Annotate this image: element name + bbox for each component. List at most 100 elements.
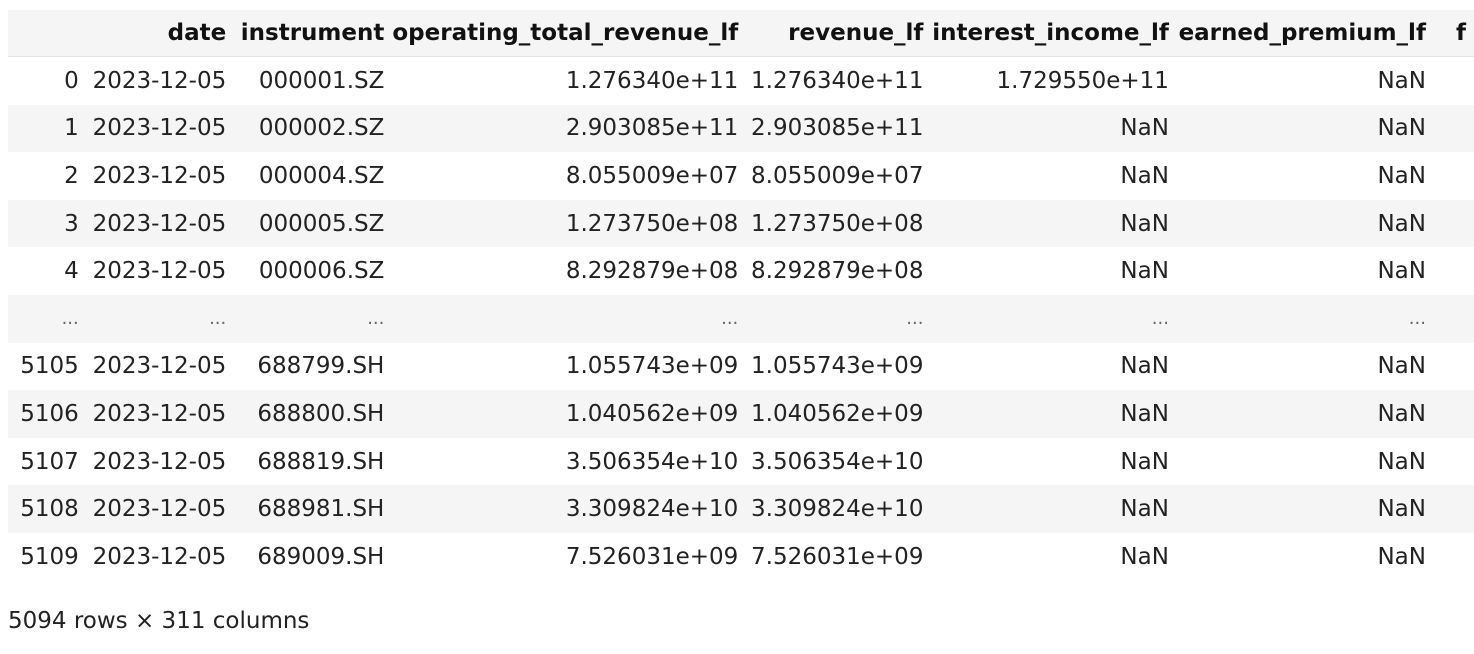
cell-earned-premium: NaN bbox=[1377, 67, 1426, 94]
cell-revenue: 8.292879e+08 bbox=[751, 258, 924, 285]
table-row: 0 2023-12-05 000001.SZ 1.276340e+11 1.276340… bbox=[8, 57, 1474, 105]
cell-operating-total-revenue: 8.055009e+07 bbox=[565, 162, 739, 189]
cell-interest-income: NaN bbox=[1120, 353, 1169, 380]
cell-truncated-column bbox=[1434, 343, 1474, 391]
cell-revenue: ... bbox=[746, 294, 932, 343]
cell-truncated-column bbox=[1433, 294, 1474, 343]
cell-revenue: 3.309824e+10 bbox=[746, 485, 932, 533]
cell-truncated-column bbox=[1434, 57, 1474, 105]
cell-date: 2023-12-05 bbox=[92, 162, 227, 189]
table-row: 4 2023-12-05 000006.SZ 8.292879e+08 8.292879… bbox=[8, 247, 1474, 295]
cell-instrument: 000004.SZ bbox=[258, 162, 385, 189]
table-row: 5107 2023-12-05 688819.SH 3.506354e+10 3.506… bbox=[8, 438, 1474, 486]
cell-truncated-column bbox=[1433, 104, 1474, 153]
cell-earned-premium: NaN bbox=[1377, 353, 1426, 380]
cell-revenue: 3.506354e+10 bbox=[751, 448, 924, 475]
cell-operating-total-revenue: 7.526031e+09 bbox=[565, 543, 739, 570]
cell-date: 2023-12-05 bbox=[92, 353, 227, 380]
cell-earned-premium: NaN bbox=[1377, 162, 1426, 189]
cell-instrument: 000005.SZ bbox=[234, 199, 393, 248]
table-row: 5106 2023-12-05 688800.SH 1.040562e+09 1.040… bbox=[8, 390, 1474, 438]
cell-instrument: 000006.SZ bbox=[258, 258, 385, 285]
header-date: date bbox=[86, 10, 235, 57]
cell-operating-total-revenue: 3.309824e+10 bbox=[392, 485, 747, 533]
dataframe-table: date instrument operating_total_revenue_… bbox=[8, 10, 1474, 581]
header-revenue: revenue_lf bbox=[746, 10, 932, 57]
cell-instrument: 000001.SZ bbox=[258, 67, 385, 94]
cell-index: 5105 bbox=[20, 353, 79, 380]
cell-index: 0 bbox=[64, 67, 79, 94]
cell-revenue: 1.040562e+09 bbox=[746, 390, 932, 438]
cell-revenue: 7.526031e+09 bbox=[751, 543, 924, 570]
cell-index: 2 bbox=[64, 162, 79, 189]
header-instrument: instrument bbox=[234, 10, 393, 57]
table-row: 5109 2023-12-05 689009.SH 7.526031e+09 7.526… bbox=[8, 533, 1474, 581]
cell-earned-premium: NaN bbox=[1176, 485, 1434, 533]
cell-interest-income: NaN bbox=[931, 485, 1177, 533]
cell-operating-total-revenue: 3.506354e+10 bbox=[565, 448, 739, 475]
cell-interest-income: NaN bbox=[1120, 448, 1169, 475]
cell-date: 2023-12-05 bbox=[86, 485, 235, 533]
cell-date: 2023-12-05 bbox=[92, 67, 227, 94]
table-row: 3 2023-12-05 000005.SZ 1.273750e+08 1.273750… bbox=[8, 199, 1474, 248]
cell-operating-total-revenue: 1.055743e+09 bbox=[565, 353, 739, 380]
cell-date: 2023-12-05 bbox=[86, 390, 235, 438]
table-header: date instrument operating_total_revenue_… bbox=[8, 10, 1474, 57]
cell-instrument: 688800.SH bbox=[234, 390, 393, 438]
cell-interest-income: 1.729550e+11 bbox=[996, 67, 1169, 94]
cell-interest-income: NaN bbox=[931, 199, 1177, 248]
cell-instrument: 688799.SH bbox=[257, 353, 385, 380]
cell-date: 2023-12-05 bbox=[92, 448, 227, 475]
header-operating-total-revenue: operating_total_revenue_lf bbox=[392, 10, 747, 57]
cell-operating-total-revenue: 1.040562e+09 bbox=[392, 390, 747, 438]
cell-index: 5106 bbox=[8, 390, 87, 438]
cell-earned-premium: NaN bbox=[1176, 104, 1434, 153]
table-body: 0 2023-12-05 000001.SZ 1.276340e+11 1.276340… bbox=[8, 57, 1474, 581]
table-row: 5105 2023-12-05 688799.SH 1.055743e+09 1.055… bbox=[8, 343, 1474, 391]
cell-truncated-column bbox=[1434, 438, 1474, 486]
cell-revenue: 1.273750e+08 bbox=[746, 199, 932, 248]
ellipsis-row: ..................... bbox=[8, 294, 1474, 343]
cell-interest-income: ... bbox=[931, 294, 1177, 343]
cell-date: 2023-12-05 bbox=[92, 543, 227, 570]
cell-operating-total-revenue: 2.903085e+11 bbox=[392, 104, 747, 153]
cell-index: 5109 bbox=[20, 543, 79, 570]
cell-index: 3 bbox=[8, 199, 87, 248]
cell-instrument: 688981.SH bbox=[234, 485, 393, 533]
cell-earned-premium: NaN bbox=[1176, 199, 1434, 248]
table-row: 5108 2023-12-05 688981.SH 3.309824e+10 3.309… bbox=[8, 485, 1474, 533]
cell-index: ... bbox=[8, 294, 87, 343]
cell-instrument: 688819.SH bbox=[257, 448, 385, 475]
cell-interest-income: NaN bbox=[931, 390, 1177, 438]
header-index bbox=[8, 10, 87, 57]
cell-operating-total-revenue: 8.292879e+08 bbox=[565, 258, 739, 285]
cell-revenue: 8.055009e+07 bbox=[751, 162, 924, 189]
header-earned-premium: earned_premium_lf bbox=[1176, 10, 1434, 57]
cell-index: 4 bbox=[64, 258, 79, 285]
cell-instrument: ... bbox=[234, 294, 393, 343]
cell-earned-premium: NaN bbox=[1176, 390, 1434, 438]
cell-earned-premium: NaN bbox=[1377, 543, 1426, 570]
dataframe-shape-label: 5094 rows × 311 columns bbox=[8, 608, 310, 634]
cell-operating-total-revenue: ... bbox=[392, 294, 747, 343]
cell-earned-premium: ... bbox=[1176, 294, 1434, 343]
cell-date: 2023-12-05 bbox=[86, 199, 235, 248]
cell-interest-income: NaN bbox=[1120, 162, 1169, 189]
cell-truncated-column bbox=[1433, 390, 1474, 438]
cell-operating-total-revenue: 1.276340e+11 bbox=[565, 67, 739, 94]
cell-interest-income: NaN bbox=[1120, 543, 1169, 570]
cell-index: 1 bbox=[8, 104, 87, 153]
cell-date: 2023-12-05 bbox=[86, 104, 235, 153]
cell-revenue: 1.276340e+11 bbox=[751, 67, 924, 94]
table-row: 1 2023-12-05 000002.SZ 2.903085e+11 2.903085… bbox=[8, 104, 1474, 153]
cell-date: 2023-12-05 bbox=[92, 258, 227, 285]
cell-truncated-column bbox=[1434, 533, 1474, 581]
cell-interest-income: NaN bbox=[931, 104, 1177, 153]
cell-earned-premium: NaN bbox=[1377, 448, 1426, 475]
cell-date: ... bbox=[86, 294, 235, 343]
cell-truncated-column bbox=[1433, 485, 1474, 533]
cell-revenue: 2.903085e+11 bbox=[746, 104, 932, 153]
header-row: date instrument operating_total_revenue_… bbox=[8, 10, 1474, 57]
cell-instrument: 689009.SH bbox=[257, 543, 385, 570]
cell-truncated-column bbox=[1434, 152, 1474, 200]
